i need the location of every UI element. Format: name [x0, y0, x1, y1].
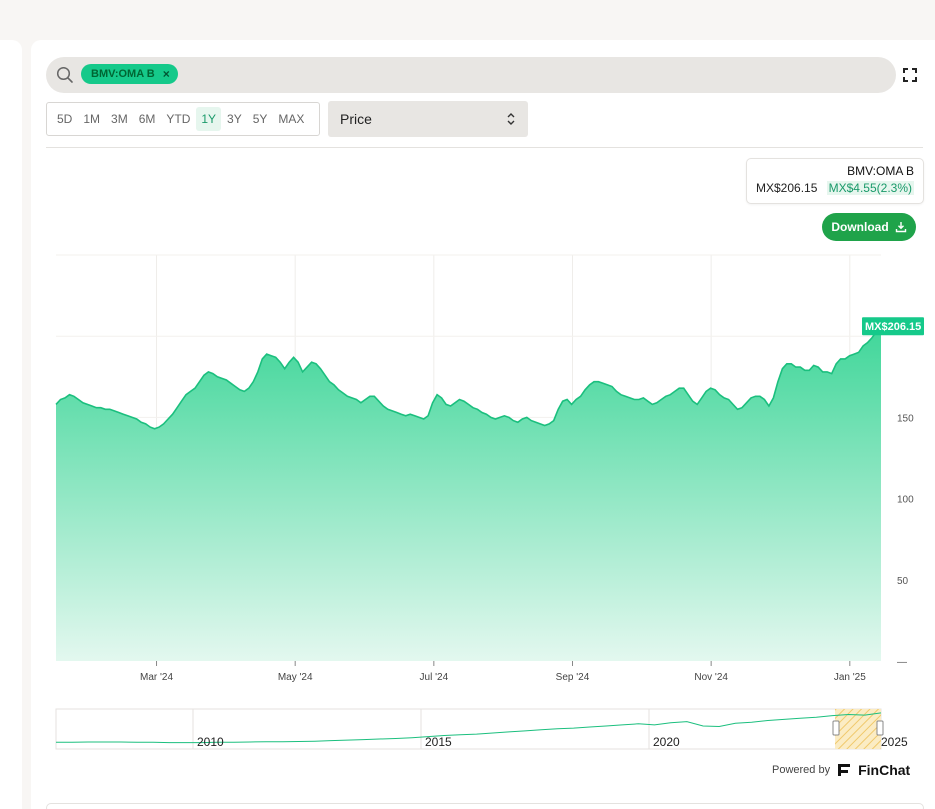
finchat-brand: FinChat — [858, 762, 911, 778]
powered-by-text: Powered by — [772, 764, 831, 776]
navigator-year-label: 2015 — [425, 735, 452, 749]
navigator-year-label: 2010 — [197, 735, 224, 749]
x-tick-label: Nov '24 — [694, 672, 728, 683]
navigator-handle[interactable] — [832, 720, 840, 736]
navigator-handle[interactable] — [876, 720, 884, 736]
x-tick-label: Mar '24 — [140, 672, 173, 683]
powered-by[interactable]: Powered by FinChat — [772, 762, 910, 778]
y-tick-label: 150 — [897, 413, 914, 424]
bottom-card — [46, 803, 924, 809]
last-price-label: MX$206.15 — [865, 321, 921, 333]
navigator-year-label: 2025 — [881, 735, 908, 749]
x-tick-label: May '24 — [278, 672, 313, 683]
x-tick-label: Sep '24 — [556, 672, 590, 683]
y-tick-label: — — [897, 657, 907, 668]
y-tick-label: 100 — [897, 495, 914, 506]
finchat-logo-icon — [838, 764, 851, 776]
y-tick-label: 50 — [897, 576, 909, 587]
x-tick-label: Jan '25 — [834, 672, 866, 683]
price-area — [56, 326, 881, 661]
price-chart[interactable]: — 50 100 150 Mar '24 May '24 Jul '24 Sep '24 No… — [0, 0, 935, 809]
navigator-year-label: 2020 — [653, 735, 680, 749]
x-tick-label: Jul '24 — [420, 672, 449, 683]
